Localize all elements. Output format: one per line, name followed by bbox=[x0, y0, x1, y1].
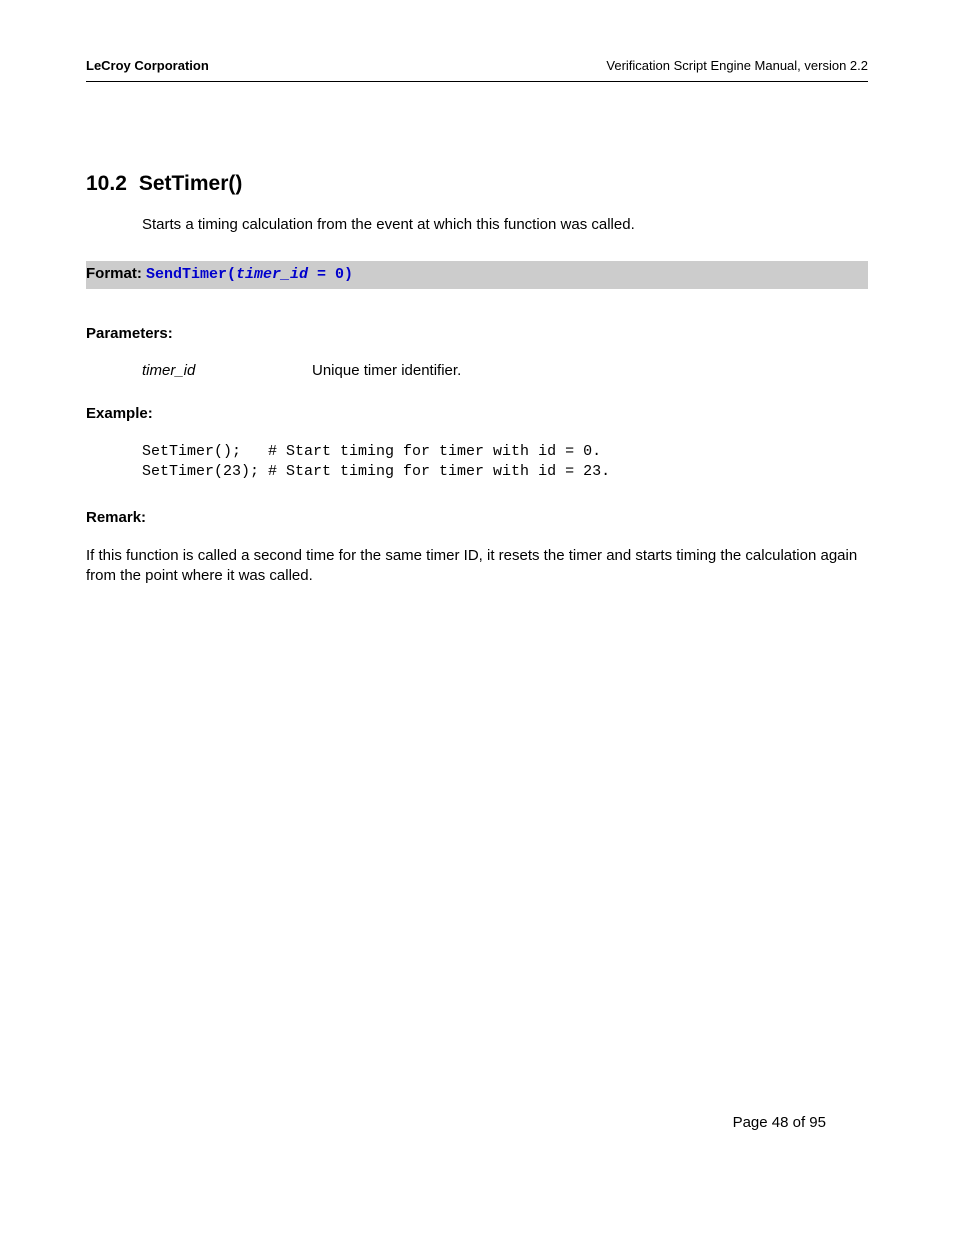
remark-heading: Remark: bbox=[86, 509, 868, 526]
section-intro: Starts a timing calculation from the eve… bbox=[142, 216, 868, 233]
format-func-open: SendTimer( bbox=[146, 266, 236, 283]
header-divider bbox=[86, 81, 868, 82]
page-footer: Page 48 of 95 bbox=[733, 1114, 826, 1131]
page-container: LeCroy Corporation Verification Script E… bbox=[0, 0, 954, 1235]
header-doc-title: Verification Script Engine Manual, versi… bbox=[606, 58, 868, 73]
section-title: SetTimer() bbox=[139, 172, 242, 195]
example-code: SetTimer(); # Start timing for timer wit… bbox=[142, 442, 868, 481]
section-heading: 10.2 SetTimer() bbox=[86, 172, 868, 196]
parameter-name: timer_id bbox=[142, 362, 312, 379]
format-rest: = 0) bbox=[308, 266, 353, 283]
remark-text: If this function is called a second time… bbox=[86, 546, 868, 587]
parameter-row: timer_id Unique timer identifier. bbox=[142, 362, 868, 379]
format-bar: Format: SendTimer(timer_id = 0) bbox=[86, 261, 868, 289]
parameter-desc: Unique timer identifier. bbox=[312, 362, 461, 379]
example-heading: Example: bbox=[86, 405, 868, 422]
parameters-heading: Parameters: bbox=[86, 325, 868, 342]
format-label: Format: bbox=[86, 265, 146, 282]
format-code: SendTimer(timer_id = 0) bbox=[146, 266, 353, 283]
page-header: LeCroy Corporation Verification Script E… bbox=[86, 58, 868, 73]
header-company: LeCroy Corporation bbox=[86, 58, 209, 73]
format-param: timer_id bbox=[236, 266, 308, 283]
section-number: 10.2 bbox=[86, 172, 127, 196]
